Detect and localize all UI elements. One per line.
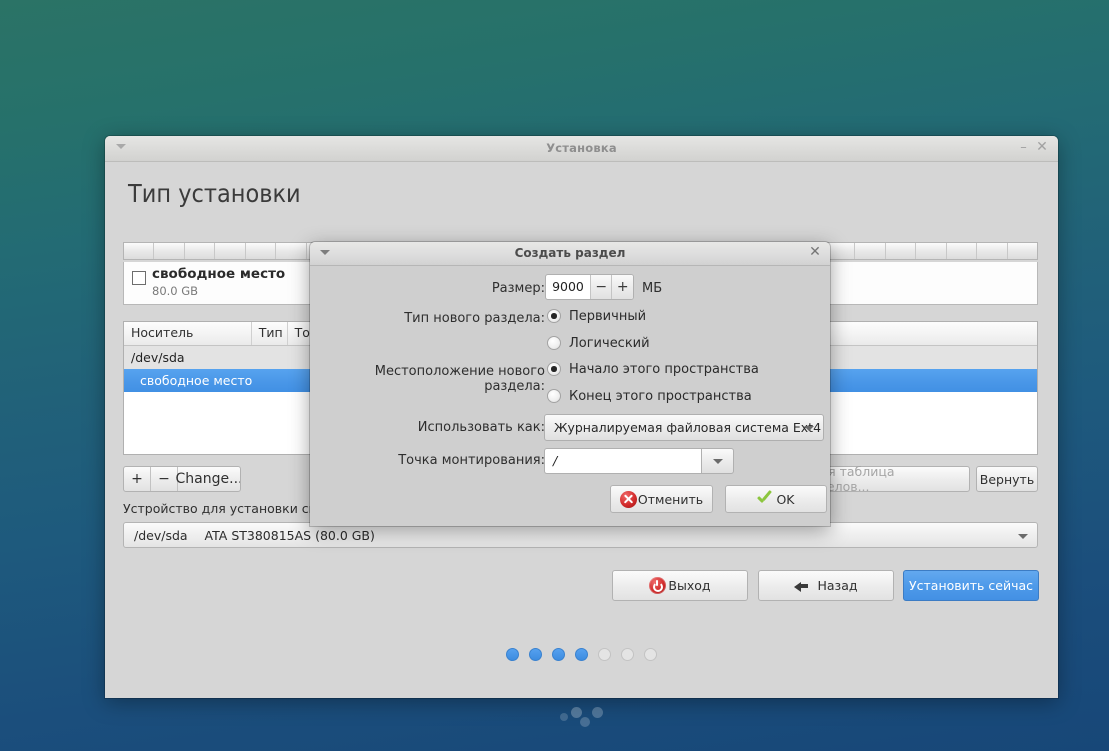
revert-button[interactable]: Вернуть bbox=[976, 466, 1038, 492]
location-row: Местоположение нового раздела: Начало эт… bbox=[310, 361, 830, 395]
legend-name: свободное место bbox=[152, 266, 286, 282]
size-unit-label: МБ bbox=[642, 281, 663, 296]
quit-button-label: Выход bbox=[668, 578, 711, 593]
cancel-button-label: Отменить bbox=[637, 491, 704, 507]
size-row: Размер: 9000 − + МБ bbox=[310, 274, 830, 302]
window-title: Установка bbox=[546, 141, 617, 155]
partition-type-row: Тип нового раздела: Первичный bbox=[310, 308, 830, 335]
radio-indicator bbox=[547, 336, 561, 350]
location-row-end: Конец этого пространства bbox=[310, 388, 830, 415]
add-partition-button[interactable]: + bbox=[124, 467, 151, 491]
step-dot[interactable] bbox=[506, 648, 519, 661]
partition-bar-segment bbox=[215, 243, 246, 259]
use-as-select[interactable]: Журналируемая файловая система Ext4 bbox=[544, 414, 824, 441]
radio-indicator bbox=[547, 362, 561, 376]
size-decrement-button[interactable]: − bbox=[589, 275, 612, 299]
step-indicator bbox=[105, 648, 1058, 661]
chevron-down-icon bbox=[1018, 534, 1028, 539]
page-title: Тип установки bbox=[128, 179, 301, 208]
radio-indicator bbox=[547, 389, 561, 403]
arrow-left-icon bbox=[794, 579, 809, 592]
mount-point-row: Точка монтирования: / bbox=[310, 448, 830, 474]
ok-button-label: OK bbox=[776, 491, 795, 507]
use-as-label: Использовать как: bbox=[417, 420, 545, 435]
partition-bar-segment bbox=[855, 243, 886, 259]
navigation-buttons: Выход Назад Установить сейчас bbox=[105, 570, 1058, 602]
power-icon bbox=[649, 577, 667, 594]
radio-logical-label: Логический bbox=[569, 335, 650, 351]
window-title-bar: Установка – ✕ bbox=[105, 136, 1058, 162]
error-circle-icon bbox=[619, 490, 637, 508]
install-now-button[interactable]: Установить сейчас bbox=[903, 570, 1039, 601]
close-icon[interactable]: ✕ bbox=[808, 244, 822, 261]
partition-bar-segment bbox=[276, 243, 307, 259]
spinner-dot bbox=[592, 707, 603, 718]
close-icon[interactable]: ✕ bbox=[1035, 139, 1049, 156]
mount-point-dropdown-button[interactable] bbox=[701, 448, 734, 474]
check-icon bbox=[757, 492, 773, 507]
spinner-dot bbox=[560, 713, 568, 721]
change-partition-button[interactable]: Change... bbox=[176, 467, 240, 491]
mount-point-label: Точка монтирования: bbox=[398, 453, 545, 468]
radio-end-label: Конец этого пространства bbox=[569, 388, 752, 404]
step-dot[interactable] bbox=[621, 648, 634, 661]
radio-logical[interactable]: Логический bbox=[547, 336, 650, 351]
device-path: /dev/sda bbox=[134, 528, 188, 543]
size-value[interactable]: 9000 bbox=[546, 275, 590, 299]
column-header-device[interactable]: Носитель bbox=[124, 322, 252, 345]
legend-color-swatch bbox=[132, 271, 146, 285]
spinner-dot bbox=[580, 717, 590, 727]
size-increment-button[interactable]: + bbox=[611, 275, 633, 299]
partition-type-label: Тип нового раздела: bbox=[404, 311, 545, 326]
partition-action-group: + − Change... bbox=[123, 466, 241, 492]
partition-bar-segment bbox=[947, 243, 978, 259]
quit-button[interactable]: Выход bbox=[612, 570, 748, 601]
minimize-icon[interactable]: – bbox=[1017, 140, 1030, 156]
spinner-dot bbox=[571, 707, 582, 718]
column-header-type[interactable]: Тип bbox=[252, 322, 288, 345]
chevron-down-icon bbox=[713, 459, 723, 464]
radio-beginning-label: Начало этого пространства bbox=[569, 361, 759, 377]
size-label: Размер: bbox=[491, 281, 545, 296]
device-description: ATA ST380815AS (80.0 GB) bbox=[204, 528, 375, 543]
desktop-background: Установка – ✕ Тип установки свободное ме… bbox=[0, 0, 1109, 751]
create-partition-dialog: Создать раздел ✕ Размер: 9000 − + МБ Тип… bbox=[310, 242, 830, 526]
partition-bar-segment bbox=[1008, 243, 1037, 259]
use-as-value: Журналируемая файловая система Ext4 bbox=[554, 420, 822, 435]
mount-point-combo[interactable]: / bbox=[544, 448, 734, 474]
radio-primary-label: Первичный bbox=[569, 308, 647, 324]
radio-beginning[interactable]: Начало этого пространства bbox=[547, 362, 759, 377]
size-spinner[interactable]: 9000 − + bbox=[545, 274, 634, 300]
step-dot[interactable] bbox=[598, 648, 611, 661]
step-dot[interactable] bbox=[644, 648, 657, 661]
chevron-down-icon bbox=[804, 426, 814, 431]
partition-bar-segment bbox=[246, 243, 277, 259]
loading-spinner bbox=[554, 702, 614, 730]
back-button-label: Назад bbox=[817, 578, 858, 593]
partition-bar-segment bbox=[154, 243, 185, 259]
step-dot[interactable] bbox=[529, 648, 542, 661]
mount-point-input[interactable]: / bbox=[544, 448, 701, 474]
step-dot[interactable] bbox=[552, 648, 565, 661]
cancel-button[interactable]: Отменить bbox=[610, 485, 713, 513]
partition-bar-segment bbox=[916, 243, 947, 259]
partition-type-row-logical: Логический bbox=[310, 335, 830, 362]
step-dot[interactable] bbox=[575, 648, 588, 661]
partition-bar-segment bbox=[185, 243, 216, 259]
cell-device: /dev/sda bbox=[131, 350, 185, 365]
dialog-title-bar: Создать раздел ✕ bbox=[310, 242, 830, 266]
partition-bar-segment bbox=[886, 243, 917, 259]
legend-size: 80.0 GB bbox=[152, 284, 199, 298]
back-button[interactable]: Назад bbox=[758, 570, 894, 601]
partition-bar-segment bbox=[124, 243, 155, 259]
remove-partition-button[interactable]: − bbox=[151, 467, 178, 491]
partition-bar-segment bbox=[977, 243, 1008, 259]
ok-button[interactable]: OK bbox=[725, 485, 827, 513]
radio-indicator bbox=[547, 309, 561, 323]
radio-primary[interactable]: Первичный bbox=[547, 309, 646, 324]
use-as-row: Использовать как: Журналируемая файловая… bbox=[310, 414, 830, 442]
dialog-title: Создать раздел bbox=[514, 246, 626, 260]
radio-end[interactable]: Конец этого пространства bbox=[547, 389, 752, 404]
cell-device: свободное место bbox=[140, 373, 252, 388]
